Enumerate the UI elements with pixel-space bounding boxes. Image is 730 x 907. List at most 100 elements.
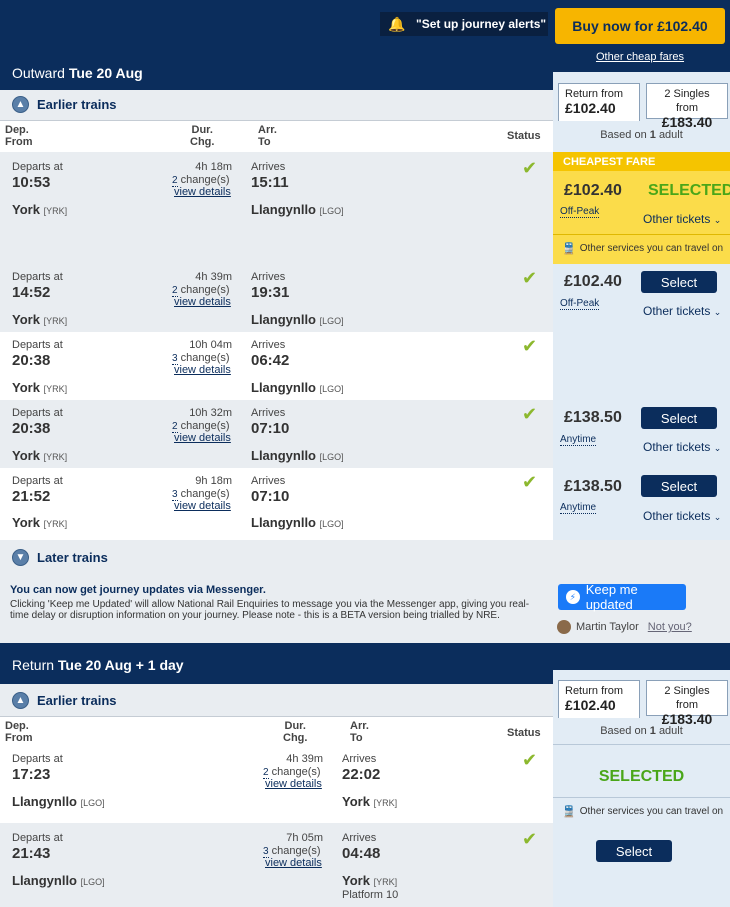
arrives-label: Arrives bbox=[342, 832, 377, 844]
divider bbox=[553, 234, 730, 235]
chevron-down-icon: ⌄ bbox=[713, 443, 722, 453]
chevron-down-icon: ⌄ bbox=[713, 307, 722, 317]
arrival-time: 06:42 bbox=[251, 352, 290, 369]
earlier-trains-label: Earlier trains bbox=[37, 693, 117, 708]
based-on-label: Based on 1 adult bbox=[600, 725, 683, 737]
duration: 9h 18m bbox=[195, 475, 232, 487]
keep-me-updated-button[interactable]: ⚡ Keep me updated bbox=[558, 582, 686, 612]
changes: 3 change(s) bbox=[263, 845, 321, 858]
select-button[interactable]: Select bbox=[641, 271, 717, 293]
origin-station: York [YRK] bbox=[12, 380, 68, 395]
arrives-label: Arrives bbox=[251, 161, 286, 173]
status-ok-icon: ✔ bbox=[522, 750, 538, 770]
destination-station: Llangynllo [LGO] bbox=[251, 515, 344, 530]
duration: 7h 05m bbox=[286, 832, 323, 844]
journey-alerts-label: "Set up journey alerts" bbox=[416, 17, 547, 31]
chevron-down-icon: ⌄ bbox=[713, 512, 722, 522]
view-details-link[interactable]: view details bbox=[174, 296, 231, 308]
fare-type-link[interactable]: Off-Peak bbox=[560, 206, 600, 218]
divider bbox=[0, 716, 553, 717]
select-button[interactable]: Select bbox=[596, 840, 672, 862]
other-cheap-fares-link[interactable]: Other cheap fares bbox=[555, 51, 725, 63]
not-you-link[interactable]: Not you? bbox=[648, 621, 692, 633]
view-details-link[interactable]: view details bbox=[174, 500, 231, 512]
other-tickets-link[interactable]: Other tickets ⌄ bbox=[643, 509, 721, 523]
other-tickets-link[interactable]: Other tickets ⌄ bbox=[643, 304, 721, 318]
outward-title: Outward Tue 20 Aug bbox=[12, 65, 143, 81]
fare-type-link[interactable]: Off-Peak bbox=[560, 298, 600, 310]
select-button[interactable]: Select bbox=[641, 475, 717, 497]
view-details-link[interactable]: view details bbox=[265, 778, 322, 790]
selected-label: SELECTED bbox=[648, 182, 730, 199]
changes: 3 change(s) bbox=[172, 352, 230, 365]
fare-cell bbox=[553, 332, 730, 400]
arrow-up-icon: ▲ bbox=[12, 96, 29, 113]
other-tickets-link[interactable]: Other tickets ⌄ bbox=[643, 212, 721, 226]
origin-station: Llangynllo [LGO] bbox=[12, 794, 105, 809]
fare-type-link[interactable]: Anytime bbox=[560, 434, 597, 446]
earlier-trains-button[interactable]: ▲ Earlier trains bbox=[12, 692, 117, 709]
arrives-label: Arrives bbox=[251, 475, 286, 487]
select-button[interactable]: Select bbox=[641, 407, 717, 429]
changes: 3 change(s) bbox=[172, 488, 230, 501]
col-arr-to: Arr. To bbox=[258, 124, 277, 148]
buy-now-button[interactable]: Buy now for £102.40 bbox=[555, 8, 725, 44]
destination-station: York [YRK] bbox=[342, 794, 398, 809]
messenger-body: Clicking 'Keep me Updated' will allow Na… bbox=[10, 599, 530, 621]
duration: 4h 39m bbox=[195, 271, 232, 283]
col-dep-from: Dep. From bbox=[5, 720, 33, 744]
status-ok-icon: ✔ bbox=[522, 829, 538, 849]
col-arr-to: Arr. To bbox=[350, 720, 369, 744]
status-ok-icon: ✔ bbox=[522, 404, 538, 424]
origin-station: York [YRK] bbox=[12, 202, 68, 217]
divider bbox=[0, 120, 553, 121]
later-trains-button[interactable]: ▼ Later trains bbox=[12, 549, 108, 566]
departs-label: Departs at bbox=[12, 339, 63, 351]
return-fare-tab[interactable]: Return from £102.40 bbox=[558, 680, 640, 718]
arrow-up-icon: ▲ bbox=[12, 692, 29, 709]
arrives-label: Arrives bbox=[342, 753, 377, 765]
other-services-link[interactable]: 🚆 Other services you can travel on bbox=[562, 242, 723, 255]
divider bbox=[553, 744, 730, 745]
changes: 2 change(s) bbox=[172, 284, 230, 297]
singles-fare-tab[interactable]: 2 Singles from £183.40 bbox=[646, 680, 728, 726]
duration: 10h 32m bbox=[189, 407, 232, 419]
arrival-time: 07:10 bbox=[251, 420, 290, 437]
singles-fare-tab[interactable]: 2 Singles from £183.40 bbox=[646, 83, 728, 129]
departs-label: Departs at bbox=[12, 271, 63, 283]
earlier-trains-button[interactable]: ▲ Earlier trains bbox=[12, 96, 117, 113]
departure-time: 21:43 bbox=[12, 845, 51, 862]
return-fare-tab[interactable]: Return from £102.40 bbox=[558, 83, 640, 121]
duration: 4h 39m bbox=[286, 753, 323, 765]
view-details-link[interactable]: view details bbox=[174, 364, 231, 376]
divider bbox=[553, 797, 730, 798]
view-details-link[interactable]: view details bbox=[265, 857, 322, 869]
departure-time: 21:52 bbox=[12, 488, 51, 505]
arrives-label: Arrives bbox=[251, 271, 286, 283]
fare-price: £138.50 bbox=[564, 409, 622, 426]
col-dur-chg: Dur. Chg. bbox=[283, 720, 308, 744]
view-details-link[interactable]: view details bbox=[174, 186, 231, 198]
other-tickets-link[interactable]: Other tickets ⌄ bbox=[643, 440, 721, 454]
arrival-time: 04:48 bbox=[342, 845, 381, 862]
view-details-link[interactable]: view details bbox=[174, 432, 231, 444]
departure-time: 20:38 bbox=[12, 352, 51, 369]
destination-station: Llangynllo [LGO] bbox=[251, 202, 344, 217]
status-ok-icon: ✔ bbox=[522, 158, 538, 178]
arrival-time: 19:31 bbox=[251, 284, 290, 301]
platform-label: Platform 10 bbox=[342, 889, 399, 901]
col-dep-from: Dep. From bbox=[5, 124, 33, 148]
fare-type-link[interactable]: Anytime bbox=[560, 502, 597, 514]
messenger-user: Martin Taylor Not you? bbox=[557, 620, 692, 634]
journey-alerts-button[interactable]: 🔔 "Set up journey alerts" bbox=[380, 12, 548, 36]
other-services-link[interactable]: 🚆 Other services you can travel on bbox=[562, 805, 723, 818]
departs-label: Departs at bbox=[12, 475, 63, 487]
avatar bbox=[557, 620, 571, 634]
col-status: Status bbox=[507, 130, 541, 142]
based-on-label: Based on 1 adult bbox=[600, 129, 683, 141]
status-ok-icon: ✔ bbox=[522, 336, 538, 356]
destination-station: Llangynllo [LGO] bbox=[251, 448, 344, 463]
arrival-time: 15:11 bbox=[251, 174, 289, 191]
arrival-time: 07:10 bbox=[251, 488, 290, 505]
train-icon: 🚆 bbox=[562, 806, 576, 818]
